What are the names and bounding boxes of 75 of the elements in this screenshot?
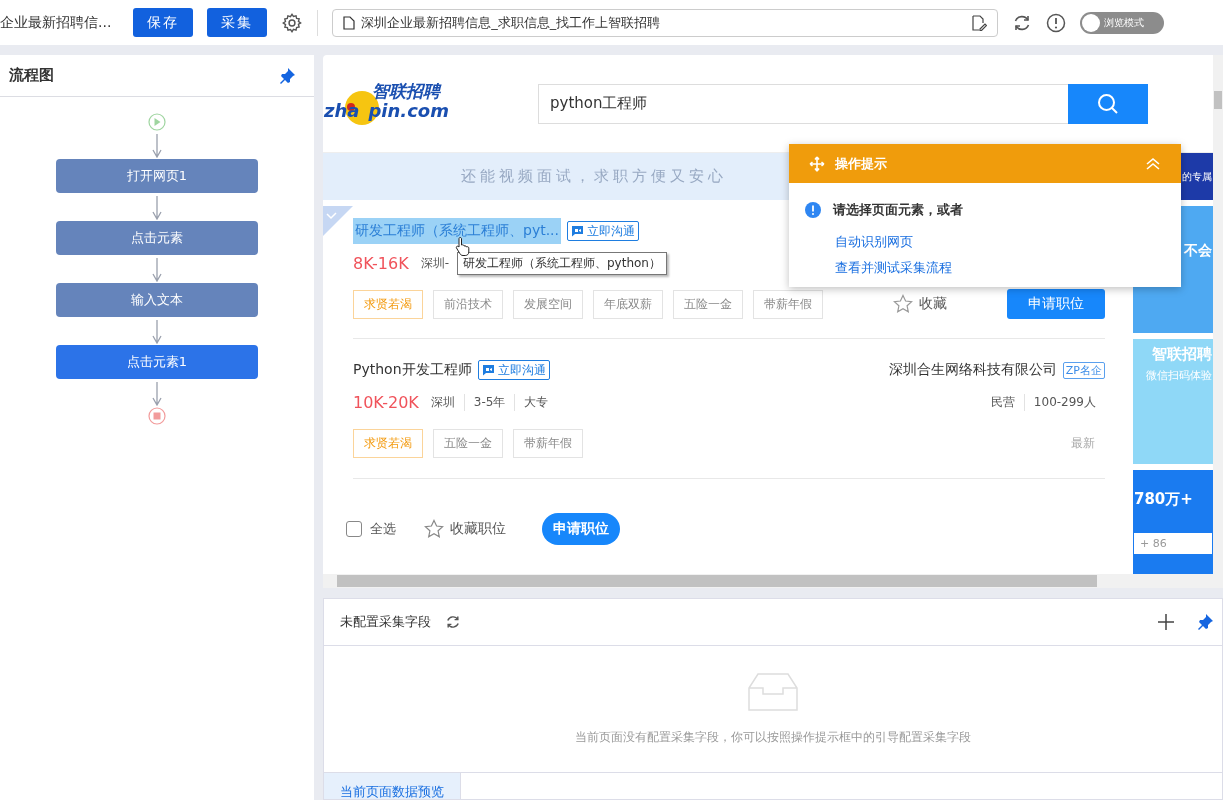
address-field[interactable]: 深圳企业最新招聘信息_求职信息_找工作上智联招聘 [332,8,999,37]
info-icon [805,202,821,218]
job-title-link[interactable]: 研发工程师（系统工程师、pyt... [353,218,561,244]
salary: 10K-20K [353,392,419,412]
pin-icon[interactable] [1196,613,1214,631]
job-tag: 年底双薪 [593,289,663,319]
browse-mode-toggle[interactable]: 浏览模式 [1080,11,1165,34]
star-icon [893,294,913,314]
connector-arrow [152,382,162,406]
horizontal-scrollbar[interactable] [323,574,1213,588]
popup-link[interactable]: 自动识别网页 [835,233,1165,251]
job-meta: 深圳- [419,254,450,272]
company-name[interactable]: 深圳合生网络科技有限公司 [888,361,1057,379]
job-tag: 求贤若渴 [353,428,423,458]
job-meta: 3-5年 [463,393,515,411]
search-field[interactable]: python工程师 [538,83,1068,124]
popup-title: 操作提示 [835,154,887,173]
toolbar-button[interactable]: 采集 [207,8,268,37]
star-icon [424,519,444,539]
search-button[interactable] [1068,83,1148,124]
flow-node[interactable]: 打开网页1 [56,159,258,193]
start-icon [148,113,166,131]
page-title: 企业最新招聘信... [0,13,112,32]
connector-arrow [152,196,162,220]
job-meta: 深圳 [429,393,456,411]
job-tag: 带薪年假 [753,289,823,319]
edit-icon[interactable] [971,14,988,31]
company-badge: ZP名企 [1062,361,1105,379]
job-tag: 求贤若渴 [353,289,423,319]
job-title-link[interactable]: Python开发工程师 [353,357,472,383]
collect-button[interactable]: 收藏 [893,294,947,314]
chat-button[interactable]: 立即沟通 [477,360,550,380]
panel-title: 未配置采集字段 [340,613,431,631]
empty-message: 当前页面没有配置采集字段，你可以按照操作提示框中的引导配置采集字段 [575,728,971,746]
company-meta: 民营 [989,393,1016,411]
popup-message: 请选择页面元素，或者 [833,201,963,219]
job-meta: 大专 [514,393,558,411]
job-tag: 发展空间 [513,289,583,319]
chat-icon [481,364,495,376]
settings-icon[interactable] [281,11,304,34]
salary: 8K-16K [353,253,409,273]
popup-link[interactable]: 查看并测试采集流程 [835,259,1165,277]
post-time: 最新 [1071,434,1095,452]
ad-banner[interactable]: 780万+ + 86 [1133,470,1213,574]
search-icon [1096,91,1120,116]
connector-arrow [152,134,162,158]
page-icon [343,15,356,30]
job-tag: 五险一金 [433,428,503,458]
select-all-checkbox[interactable]: 全选 [346,520,396,538]
add-icon[interactable] [1158,614,1174,630]
job-tag: 带薪年假 [513,428,583,458]
chat-icon [571,225,584,237]
preview-tab[interactable]: 当前页面数据预览 [324,773,461,799]
company-meta: 100-299人 [1023,393,1105,411]
flow-node[interactable]: 点击元素 [56,221,258,255]
pin-icon[interactable] [278,66,296,85]
tooltip: 研发工程师（系统工程师、python） [457,252,667,275]
stop-icon [148,407,166,425]
vertical-scrollbar[interactable] [1213,55,1223,588]
collect-jobs-button[interactable]: 收藏职位 [424,519,506,539]
connector-arrow [152,258,162,282]
info-icon[interactable] [1046,12,1067,33]
connector-arrow [152,320,162,344]
toolbar-button[interactable]: 保存 [133,8,194,37]
flow-node[interactable]: 点击元素1 [56,345,258,379]
hand-cursor-icon [455,236,471,256]
apply-button[interactable]: 申请职位 [542,513,620,545]
panel-title: 流程图 [9,66,54,85]
flow-node[interactable]: 输入文本 [56,283,258,317]
chat-button[interactable]: 立即沟通 [567,221,639,241]
empty-inbox-icon [748,672,798,711]
job-tag: 前沿技术 [433,289,503,319]
refresh-icon[interactable] [445,614,461,630]
job-tag: 五险一金 [673,289,743,319]
apply-button[interactable]: 申请职位 [1007,289,1105,319]
